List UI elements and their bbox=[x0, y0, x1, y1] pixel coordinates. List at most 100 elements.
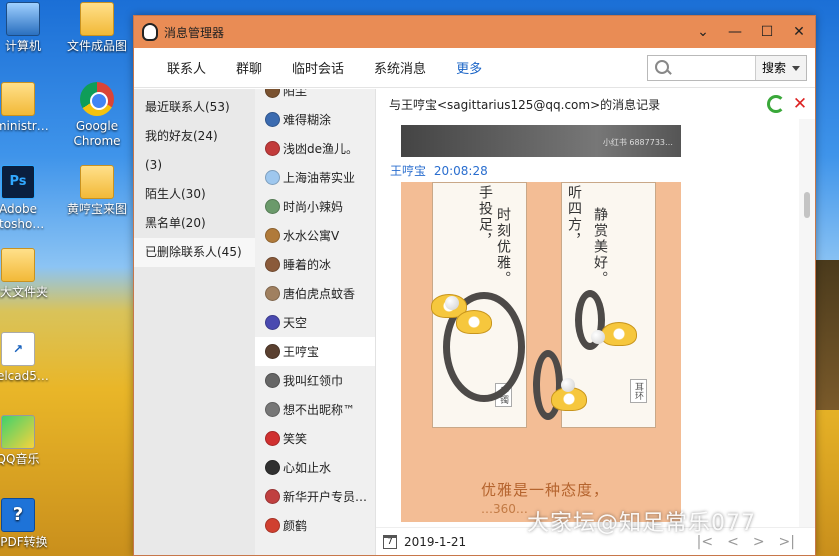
desktop-icon-computer[interactable]: 计算机 bbox=[0, 2, 58, 54]
photoshop-icon: Ps bbox=[1, 165, 35, 199]
search-button-label: 搜索 bbox=[761, 60, 786, 75]
minimize-button[interactable]: — bbox=[719, 16, 751, 48]
avatar bbox=[265, 199, 280, 214]
contact-item[interactable]: 难得糊涂 bbox=[255, 105, 375, 134]
search-button[interactable]: 搜索 bbox=[754, 55, 806, 80]
avatar bbox=[265, 257, 280, 272]
desktop-icon-label: 黄哼宝来图 bbox=[66, 202, 127, 216]
category-unnamed[interactable]: (3) bbox=[134, 151, 255, 180]
contact-name: 水水公寓V bbox=[283, 229, 340, 243]
tab-contacts[interactable]: 联系人 bbox=[152, 58, 221, 77]
pearl-illustration bbox=[445, 296, 459, 310]
refresh-icon[interactable] bbox=[767, 95, 785, 113]
contact-name: 颜鹤 bbox=[283, 519, 308, 533]
desktop-icon-folder[interactable]: 文件成品图 bbox=[62, 2, 132, 54]
message-sender-line: 王哼宝 20:08:28 bbox=[390, 162, 492, 179]
desktop-icon-admin[interactable]: dministr… bbox=[0, 82, 53, 134]
previous-image[interactable]: 小红书 6887733… bbox=[401, 125, 681, 157]
contact-item[interactable]: 王哼宝 bbox=[255, 337, 375, 366]
image-slogan-2: …360… bbox=[481, 502, 528, 516]
maximize-button[interactable]: ☐ bbox=[751, 16, 783, 48]
message-image[interactable]: 手投足， 时刻优雅。 手镯 听四方， 静赏美好。 耳环 优雅是一种态度， …36… bbox=[401, 182, 681, 522]
message-scroll-area[interactable]: 小红书 6887733… 王哼宝 20:08:28 手投足， 时刻优雅。 手镯 … bbox=[376, 119, 815, 527]
tab-more[interactable]: 更多 bbox=[441, 58, 497, 77]
desktop-icon-label: 金大文件夹 bbox=[0, 285, 48, 299]
category-strangers[interactable]: 陌生人(30) bbox=[134, 180, 255, 209]
avatar bbox=[265, 402, 280, 417]
folder-icon bbox=[80, 2, 114, 36]
flower-illustration bbox=[601, 322, 637, 346]
desktop-icon-label: dministr… bbox=[0, 119, 49, 133]
computer-icon bbox=[6, 2, 40, 36]
close-button[interactable]: ✕ bbox=[783, 16, 815, 48]
desktop-icon-label: QQ音乐 bbox=[0, 452, 40, 466]
avatar bbox=[265, 315, 280, 330]
title-bar[interactable]: 消息管理器 ⌄ — ☐ ✕ bbox=[134, 16, 815, 48]
user-folder-icon bbox=[1, 82, 35, 116]
avatar bbox=[265, 89, 280, 98]
category-recent[interactable]: 最近联系人(53) bbox=[134, 93, 255, 122]
desktop-icon-welcad[interactable]: ↗ welcad5… bbox=[0, 332, 53, 384]
contact-name: 王哼宝 bbox=[283, 345, 320, 359]
category-friends[interactable]: 我的好友(24) bbox=[134, 122, 255, 151]
contact-item[interactable]: 笑笑 bbox=[255, 424, 375, 453]
desktop-icon-folder-3[interactable]: 金大文件夹 bbox=[0, 248, 53, 300]
avatar bbox=[265, 460, 280, 475]
contact-name: 时尚小辣妈 bbox=[283, 200, 344, 214]
avatar bbox=[265, 431, 280, 446]
contact-item[interactable]: 时尚小辣妈 bbox=[255, 192, 375, 221]
message-panel: 与王哼宝<sagittarius125@qq.com>的消息记录 ✕ 小红书 6… bbox=[376, 89, 815, 555]
search-input[interactable] bbox=[672, 56, 755, 79]
desktop-icon-chrome[interactable]: Google Chrome bbox=[62, 82, 132, 149]
chevron-down-icon bbox=[792, 65, 800, 71]
desktop-icon-pdf[interactable]: ? 刻PDF转换 bbox=[0, 498, 53, 550]
last-page-button[interactable]: >| bbox=[779, 534, 795, 550]
desktop-icon-label: Adobe otosho… bbox=[0, 202, 45, 231]
contact-item[interactable]: 天空 bbox=[255, 308, 375, 337]
contact-name: 上海油蒂实业 bbox=[283, 171, 356, 185]
folder-icon bbox=[1, 248, 35, 282]
flower-illustration bbox=[456, 310, 492, 334]
tab-group-chat[interactable]: 群聊 bbox=[221, 58, 277, 77]
tab-system-messages[interactable]: 系统消息 bbox=[359, 58, 441, 77]
desktop-icon-qq-music[interactable]: QQ音乐 bbox=[0, 415, 53, 467]
avatar bbox=[265, 518, 280, 533]
message-log-title: 与王哼宝<sagittarius125@qq.com>的消息记录 bbox=[389, 97, 661, 112]
desktop-icon-photoshop[interactable]: Ps Adobe otosho… bbox=[0, 165, 53, 232]
card-text: 静赏美好。 bbox=[592, 207, 608, 287]
contact-item[interactable]: 想不出昵称™ bbox=[255, 395, 375, 424]
category-deleted[interactable]: 已删除联系人(45) bbox=[134, 238, 255, 267]
avatar bbox=[265, 141, 280, 156]
contact-item[interactable]: 颜鹤 bbox=[255, 511, 375, 540]
qq-music-icon bbox=[1, 415, 35, 449]
collapse-button[interactable]: ⌄ bbox=[687, 16, 719, 48]
search-box: 搜索 bbox=[647, 54, 807, 81]
contact-item[interactable]: 陌尘 bbox=[255, 89, 375, 105]
contact-item[interactable]: 浅凼de渔儿。 bbox=[255, 134, 375, 163]
desktop-icon-label: Google Chrome bbox=[73, 119, 121, 148]
contact-item[interactable]: 上海油蒂实业 bbox=[255, 163, 375, 192]
calendar-icon[interactable]: 7 bbox=[383, 534, 397, 549]
category-blacklist[interactable]: 黑名单(20) bbox=[134, 209, 255, 238]
desktop-icon-label: 计算机 bbox=[4, 39, 41, 53]
delete-icon[interactable]: ✕ bbox=[791, 95, 809, 113]
menu-bar: 联系人 群聊 临时会话 系统消息 更多 搜索 bbox=[134, 48, 815, 88]
sender-name: 王哼宝 bbox=[390, 164, 427, 178]
contact-name: 心如止水 bbox=[283, 461, 332, 475]
vertical-scrollbar[interactable] bbox=[799, 119, 815, 527]
contact-name: 睡着的冰 bbox=[283, 258, 332, 272]
contact-item[interactable]: 睡着的冰 bbox=[255, 250, 375, 279]
desktop-icon-label: 文件成品图 bbox=[66, 39, 127, 53]
desktop-icon-label: welcad5… bbox=[0, 369, 49, 383]
site-watermark: 大家坛@知足常乐077 bbox=[527, 511, 756, 536]
contact-item[interactable]: 心如止水 bbox=[255, 453, 375, 482]
avatar bbox=[265, 373, 280, 388]
tab-temp-session[interactable]: 临时会话 bbox=[277, 58, 359, 77]
scrollbar-thumb[interactable] bbox=[804, 192, 810, 218]
contact-item[interactable]: 唐伯虎点蚊香 bbox=[255, 279, 375, 308]
contact-item[interactable]: 新华开户专员… bbox=[255, 482, 375, 511]
contact-item[interactable]: 我叫红领巾 bbox=[255, 366, 375, 395]
desktop-icon-folder-2[interactable]: 黄哼宝来图 bbox=[62, 165, 132, 217]
contact-name: 天空 bbox=[283, 316, 308, 330]
contact-item[interactable]: 水水公寓V bbox=[255, 221, 375, 250]
